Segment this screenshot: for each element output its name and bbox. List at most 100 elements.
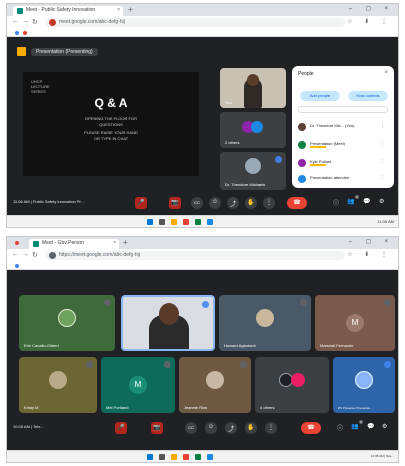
app-icon[interactable]: [207, 454, 213, 460]
toolbar-icons[interactable]: ☆ ⬇ ⋮: [347, 251, 392, 258]
avatar: [298, 175, 306, 183]
browser-tab[interactable]: Meet - Gbv Person ×: [29, 239, 119, 249]
toolbar-icons[interactable]: ☆ ⬇ ⋮: [347, 18, 392, 25]
video-tile[interactable]: 2 others: [220, 112, 286, 148]
search-icon[interactable]: [159, 454, 165, 460]
back-icon[interactable]: ←: [12, 18, 19, 25]
window-controls[interactable]: – ◻ ×: [349, 5, 394, 12]
video-tile[interactable]: Kristy M: [19, 357, 97, 413]
video-tile[interactable]: Dr. Theodore Michaels: [220, 152, 286, 190]
recording-icon: [15, 241, 19, 245]
tab-close-icon[interactable]: ×: [117, 7, 120, 13]
forward-icon[interactable]: →: [22, 18, 29, 25]
site-icon: [49, 19, 56, 26]
video-tile[interactable]: 4 others: [255, 357, 329, 413]
speaking-icon: [275, 156, 282, 163]
forward-icon[interactable]: →: [22, 251, 29, 258]
present-icon: ⤴: [229, 202, 236, 208]
chrome-icon[interactable]: [183, 454, 189, 460]
avatar: [291, 373, 305, 387]
list-item[interactable]: Kyle Pollard ⋮: [298, 158, 388, 170]
present-button[interactable]: ⤴: [225, 422, 237, 434]
more-icon[interactable]: ⋮: [380, 123, 388, 129]
bookmark-icon[interactable]: [15, 31, 19, 35]
bookmark-icon[interactable]: [15, 264, 19, 268]
more-icon: ⋮: [268, 425, 274, 431]
slide-subtitle: OPENING THE FLOOR FOR: [85, 116, 137, 121]
leave-call-button[interactable]: ☎: [287, 197, 307, 209]
video-tile[interactable]: M Marshall Fernando: [315, 295, 395, 351]
host-controls-button[interactable]: Host controls: [348, 91, 388, 101]
app-icon[interactable]: [195, 454, 201, 460]
list-item[interactable]: Dr. Theodore Mic... (You) ⋮: [298, 122, 388, 134]
address-bar[interactable]: https://meet.google.com/abc-defg-hij: [45, 251, 345, 260]
presentation-icon: [17, 47, 26, 56]
more-icon[interactable]: ⋮: [380, 141, 388, 147]
people-search-input[interactable]: [298, 106, 388, 113]
search-icon[interactable]: [159, 219, 165, 225]
hand-icon: ✋: [247, 425, 255, 431]
chrome-icon[interactable]: [183, 219, 189, 225]
list-item[interactable]: Presentation attendee ⋮: [298, 174, 388, 186]
new-tab-button[interactable]: +: [128, 5, 133, 14]
more-icon[interactable]: ⋮: [380, 159, 388, 165]
reload-icon[interactable]: ↻: [32, 251, 38, 259]
raise-hand-button[interactable]: ✋: [245, 422, 257, 434]
back-icon[interactable]: ←: [12, 251, 19, 258]
close-icon[interactable]: ×: [384, 70, 388, 76]
captions-button[interactable]: CC: [191, 197, 203, 209]
tab-close-icon[interactable]: ×: [113, 240, 116, 246]
video-tile[interactable]: Howard Agbotomi: [219, 295, 311, 351]
more-options-button[interactable]: ⋮: [265, 422, 277, 434]
address-bar[interactable]: meet.google.com/abc-defg-hij: [45, 18, 345, 27]
activities-icon[interactable]: ⚙: [379, 198, 384, 205]
chat-icon[interactable]: 💬: [363, 198, 370, 205]
start-icon[interactable]: [147, 454, 153, 460]
bookmark-icon[interactable]: [23, 31, 27, 35]
more-icon[interactable]: ⋮: [380, 175, 388, 181]
info-icon[interactable]: ⓘ: [333, 198, 339, 207]
captions-icon: CC: [194, 200, 200, 205]
emoji-button[interactable]: ☺: [205, 422, 217, 434]
video-tile[interactable]: You: [220, 68, 286, 108]
leave-call-button[interactable]: ☎: [301, 422, 321, 434]
avatar: [355, 371, 373, 389]
more-options-button[interactable]: ⋮: [263, 197, 275, 209]
start-icon[interactable]: [147, 219, 153, 225]
mic-button[interactable]: 🎤: [135, 197, 147, 209]
presenter-label[interactable]: Presentation (Presenting): [31, 48, 98, 56]
video-tile[interactable]: M Mel Portland: [101, 357, 175, 413]
video-tile[interactable]: Jeannie Rios: [179, 357, 251, 413]
list-item[interactable]: Presentation (Meet) ⋮: [298, 140, 388, 152]
emoji-icon: ☺: [211, 199, 219, 205]
people-icon[interactable]: 👥: [351, 423, 358, 430]
address-url: meet.google.com/abc-defg-hij: [59, 19, 125, 25]
new-tab-button[interactable]: +: [123, 238, 128, 247]
add-people-button[interactable]: Add people: [300, 91, 340, 101]
video-tile[interactable]: PS Presenter Presentat...: [333, 357, 395, 413]
window-controls[interactable]: – ◻ ×: [349, 238, 394, 245]
app-icon[interactable]: [195, 219, 201, 225]
present-button[interactable]: ⤴: [227, 197, 239, 209]
video-tile[interactable]: [121, 295, 215, 351]
mic-button[interactable]: 🎤: [115, 422, 127, 434]
info-icon[interactable]: ⓘ: [337, 423, 343, 432]
folder-icon[interactable]: [171, 219, 177, 225]
captions-button[interactable]: CC: [185, 422, 197, 434]
participant-face: [247, 74, 259, 86]
camera-off-icon: 📷: [153, 425, 161, 431]
captions-icon: CC: [188, 425, 194, 430]
camera-button[interactable]: 📷: [169, 197, 181, 209]
browser-tab[interactable]: Meet - Public Safety Innovation ×: [13, 6, 123, 16]
raise-hand-button[interactable]: ✋: [245, 197, 257, 209]
chat-icon[interactable]: 💬: [367, 423, 374, 430]
camera-button[interactable]: 📷: [151, 422, 163, 434]
folder-icon[interactable]: [171, 454, 177, 460]
reload-icon[interactable]: ↻: [32, 18, 38, 26]
video-tile[interactable]: Erin Cavallo-Gilbert: [19, 295, 115, 351]
emoji-button[interactable]: ☺: [209, 197, 221, 209]
people-icon[interactable]: 👥: [347, 198, 354, 205]
app-icon[interactable]: [207, 219, 213, 225]
tab-title: Meet - Public Safety Innovation: [26, 7, 96, 13]
activities-icon[interactable]: ⚙: [382, 423, 387, 430]
